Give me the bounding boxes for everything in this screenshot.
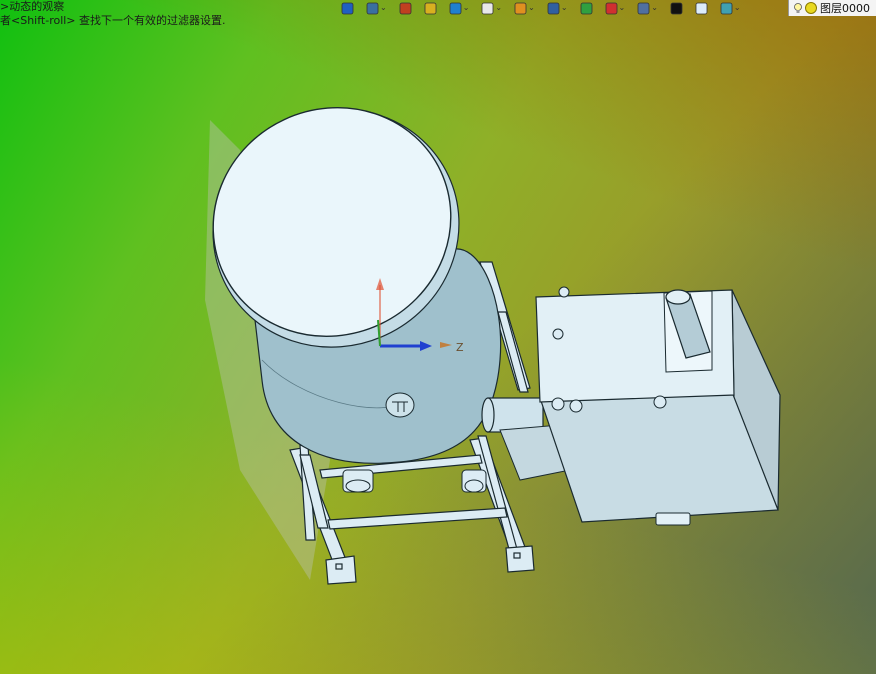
magnify-button[interactable]: ⌄ bbox=[546, 0, 569, 16]
layer-visibility-icon[interactable] bbox=[805, 2, 817, 14]
cube-blue-button[interactable]: ⌄ bbox=[448, 0, 471, 16]
foot-plates bbox=[325, 545, 535, 585]
cube-white-button[interactable]: ⌄ bbox=[480, 0, 503, 16]
box-handle bbox=[655, 512, 691, 526]
fill-color-button[interactable] bbox=[694, 0, 709, 16]
status-prompt-line2: 者<Shift-roll> 查找下一个有效的过滤器设置. bbox=[0, 14, 226, 27]
layer-stack-icon bbox=[720, 2, 733, 14]
pencil-button[interactable] bbox=[398, 0, 413, 16]
monitor-button[interactable]: ⌄ bbox=[636, 0, 659, 16]
render-sphere-button[interactable]: ⌄ bbox=[513, 0, 536, 16]
chevron-down-icon[interactable]: ⌄ bbox=[734, 0, 741, 16]
display-style-icon bbox=[366, 2, 379, 14]
line-color-button[interactable] bbox=[669, 0, 684, 16]
cube-blue-icon bbox=[449, 2, 462, 14]
frame-red-button[interactable]: ⌄ bbox=[604, 0, 627, 16]
status-prompt-line1: >动态的观察 bbox=[0, 0, 65, 13]
fill-color-icon bbox=[695, 2, 708, 14]
chevron-down-icon[interactable]: ⌄ bbox=[561, 0, 568, 16]
chevron-down-icon[interactable]: ⌄ bbox=[495, 0, 502, 16]
cube-yellow-icon bbox=[424, 2, 437, 14]
monitor-icon bbox=[637, 2, 650, 14]
display-style-button[interactable]: ⌄ bbox=[365, 0, 388, 16]
chevron-down-icon[interactable]: ⌄ bbox=[528, 0, 535, 16]
chevron-down-icon[interactable]: ⌄ bbox=[651, 0, 658, 16]
view-orient-icon bbox=[341, 2, 354, 14]
lightbulb-icon[interactable] bbox=[793, 2, 803, 14]
cad-model[interactable]: Z bbox=[0, 0, 876, 674]
cube-white-icon bbox=[482, 2, 494, 14]
chevron-down-icon[interactable]: ⌄ bbox=[380, 0, 387, 16]
z-axis-label: Z bbox=[456, 341, 464, 354]
pencil-icon bbox=[399, 2, 412, 14]
tank-bottom-flange bbox=[385, 392, 415, 418]
section-plane-button[interactable] bbox=[579, 0, 594, 16]
chevron-down-icon[interactable]: ⌄ bbox=[619, 0, 626, 16]
cube-yellow-button[interactable] bbox=[423, 0, 438, 16]
render-sphere-icon bbox=[514, 2, 527, 14]
chevron-down-icon[interactable]: ⌄ bbox=[463, 0, 470, 16]
layer-stack-button[interactable]: ⌄ bbox=[719, 0, 742, 16]
view-orient-button[interactable] bbox=[340, 0, 355, 16]
frame-red-icon bbox=[605, 2, 617, 14]
line-color-icon bbox=[670, 2, 683, 14]
magnify-icon bbox=[547, 2, 560, 14]
layer-selector[interactable]: 图层0000 bbox=[788, 0, 876, 16]
bottom-outlets bbox=[342, 469, 487, 493]
section-plane-icon bbox=[580, 2, 592, 14]
layer-name: 图层0000 bbox=[820, 2, 870, 15]
3d-viewport[interactable]: >动态的观察 者<Shift-roll> 查找下一个有效的过滤器设置. ⌄ ⌄ ⌄ ⌄… bbox=[0, 0, 876, 674]
